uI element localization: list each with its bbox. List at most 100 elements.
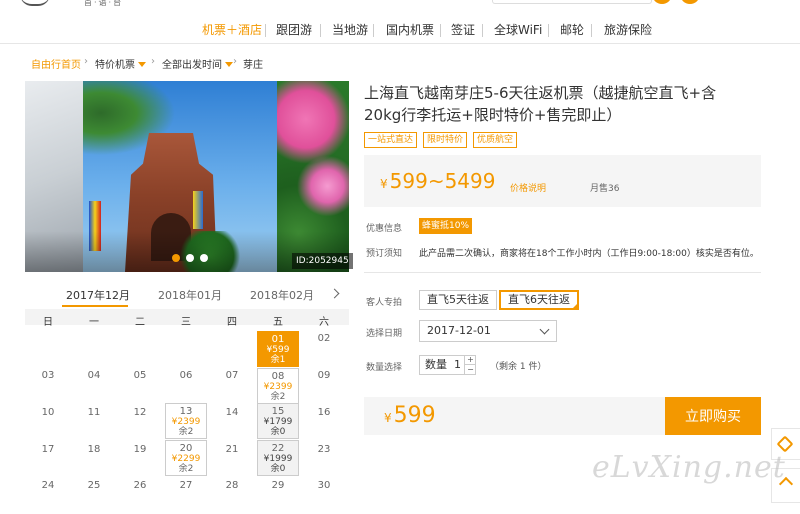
date-select[interactable]: 2017-12-01 (419, 320, 557, 342)
qty-value[interactable]: 1 (454, 358, 461, 371)
calendar-day: 24 (27, 478, 69, 514)
day-number: 18 (87, 444, 101, 455)
calendar-day: 07 (211, 368, 253, 404)
calendar-day: 27 (165, 478, 207, 514)
calendar-tab-indicator (62, 305, 128, 307)
nav-divider (440, 24, 441, 37)
calendar-tab-jan[interactable]: 2018年01月 (158, 287, 222, 303)
day-number: 04 (87, 370, 101, 381)
calendar-day: 21 (211, 442, 253, 478)
route-option-5day[interactable]: 直飞5天往返 (419, 290, 497, 310)
promo-label: 优惠信息 (366, 224, 403, 234)
site-logo[interactable] (20, 0, 50, 6)
breadcrumb-current: 芽庄 (243, 60, 263, 71)
tag-direct: 一站式直达 (364, 132, 418, 148)
nav-item-group-tour[interactable]: 跟团游 (276, 21, 312, 38)
search-input[interactable] (492, 0, 652, 4)
day-number: 06 (179, 370, 193, 381)
day-number: 12 (133, 407, 147, 418)
calendar-day: 17 (27, 442, 69, 478)
day-number: 29 (271, 480, 285, 491)
calendar-day: 04 (73, 368, 115, 404)
dropdown-icon (138, 62, 146, 67)
calendar-day-available[interactable]: 08 ¥2399 余2 (257, 368, 299, 404)
nav-item-cruise[interactable]: 邮轮 (560, 21, 584, 38)
nav-divider (482, 24, 483, 37)
currency-symbol: ¥ (384, 411, 392, 425)
calendar-day-soldout: 22 ¥1999 余0 (257, 440, 299, 476)
calendar-day: 06 (165, 368, 207, 404)
breadcrumb-origin[interactable]: 全部出发时间 (162, 56, 233, 71)
nav-item-insurance[interactable]: 旅游保险 (604, 21, 652, 38)
day-remain: 余2 (178, 464, 194, 474)
nav-item-local-tour[interactable]: 当地游 (332, 21, 368, 38)
buy-now-button[interactable]: 立即购买 (665, 397, 761, 435)
nav-item-visa[interactable]: 签证 (451, 21, 475, 38)
day-number: 05 (133, 370, 147, 381)
price-panel: ¥599~5499 价格说明 月售36 (364, 155, 761, 207)
nav-divider-line (0, 43, 800, 44)
buy-panel: ¥599 立即购买 (364, 397, 761, 435)
nav-item-flight-hotel[interactable]: 机票＋酒店 (202, 21, 262, 38)
day-number: 09 (317, 370, 331, 381)
calendar-tab-feb[interactable]: 2018年02月 (250, 287, 314, 303)
product-title: 上海直飞越南芽庄5-6天往返机票（越捷航空直飞+含20kg行李托运+限时特价+售… (364, 84, 717, 124)
breadcrumb-home[interactable]: 自由行首页 (31, 56, 81, 71)
nav-item-domestic-flight[interactable]: 国内机票 (386, 21, 434, 38)
calendar-day: 12 (119, 405, 161, 441)
carousel-dot[interactable] (186, 254, 194, 262)
weekday-sun: 日 (43, 317, 53, 328)
calendar-day-available[interactable]: 13 ¥2399 余2 (165, 403, 207, 439)
watermark: eLvXing.net (592, 450, 786, 485)
section-divider (364, 272, 761, 273)
calendar-day: 23 (303, 442, 345, 478)
calendar-day: 05 (119, 368, 161, 404)
carousel-dot[interactable] (200, 254, 208, 262)
calendar-day: 03 (27, 368, 69, 404)
weekday-tue: 二 (135, 317, 145, 328)
weekday-mon: 一 (89, 317, 99, 328)
calendar-day-available[interactable]: 20 ¥2299 余2 (165, 440, 207, 476)
day-number: 14 (225, 407, 239, 418)
day-number: 26 (133, 480, 147, 491)
calendar-day-selected[interactable]: 01 ¥599 余1 (257, 331, 299, 367)
user-icon[interactable] (652, 0, 672, 4)
day-number: 16 (317, 407, 331, 418)
chevron-right-icon[interactable] (329, 288, 340, 299)
day-number: 23 (317, 444, 331, 455)
product-image[interactable] (25, 81, 349, 272)
day-number: 13 (179, 406, 193, 417)
qty-minus-button[interactable]: − (465, 364, 476, 374)
notice-label: 预订须知 (366, 249, 403, 259)
carousel-dot-active[interactable] (172, 254, 180, 262)
route-option-6day[interactable]: 直飞6天往返 (499, 290, 579, 310)
breadcrumb-separator: › (84, 56, 88, 67)
nav-item-wifi[interactable]: 全球WiFi (494, 21, 542, 38)
qty-plus-button[interactable]: + (465, 355, 476, 364)
cart-icon[interactable] (680, 0, 700, 4)
main-nav: 机票＋酒店 跟团游 当地游 国内机票 签证 全球WiFi 邮轮 旅游保险 (0, 17, 800, 43)
logo-tagline: 首·语·台 (84, 0, 124, 7)
day-number: 22 (271, 443, 285, 454)
day-price: ¥1799 (263, 417, 293, 427)
day-number: 28 (225, 480, 239, 491)
calendar-day: 02 (303, 331, 345, 367)
day-number: 02 (317, 333, 331, 344)
calendar-day-soldout: 15 ¥1799 余0 (257, 403, 299, 439)
tag-limited: 限时特价 (423, 132, 468, 148)
currency-symbol: ¥ (380, 177, 388, 191)
buy-price-value: 599 (393, 403, 436, 428)
calendar-day: 30 (303, 478, 345, 514)
day-remain: 余0 (270, 464, 286, 474)
calendar-tab-dec[interactable]: 2017年12月 (66, 287, 130, 303)
route-label: 客人专拍 (366, 298, 403, 308)
notice-text: 此产品需二次确认，商家将在18个工作小时内（工作日9:00-18:00）核实是否… (419, 249, 759, 259)
day-number: 01 (271, 334, 285, 345)
price-note-link[interactable]: 价格说明 (510, 181, 546, 194)
remaining-stock: （剩余 1 件） (490, 362, 547, 372)
calendar-day: 28 (211, 478, 253, 514)
breadcrumb-category[interactable]: 特价机票 (95, 56, 146, 71)
calendar-day: 11 (73, 405, 115, 441)
photo-flag (193, 191, 203, 229)
nav-divider (373, 24, 374, 37)
